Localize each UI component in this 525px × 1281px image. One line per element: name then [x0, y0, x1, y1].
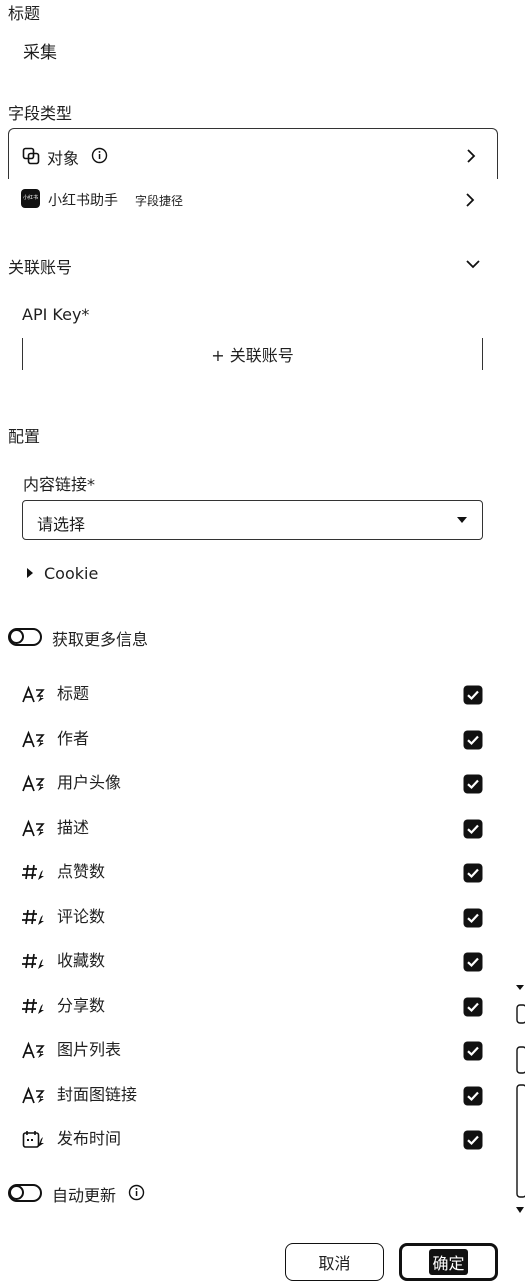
- cancel-button[interactable]: 取消: [285, 1243, 384, 1281]
- field-type-select[interactable]: 对象: [8, 128, 498, 179]
- checkbox-checked-icon: [463, 863, 483, 883]
- field-row-label: 封面图链接: [57, 1085, 138, 1104]
- chevron-right-icon: [460, 190, 480, 210]
- field-row-label: 图片列表: [57, 1040, 122, 1059]
- field-checkbox[interactable]: [463, 997, 483, 1017]
- linked-account-section-label: 关联账号: [8, 258, 73, 277]
- field-checkbox[interactable]: [463, 1130, 483, 1150]
- checkbox-checked-icon: [463, 774, 483, 794]
- text-type-icon: [22, 685, 46, 705]
- field-checkbox[interactable]: [463, 1041, 483, 1061]
- text-type-icon: [22, 819, 46, 839]
- plugin-name: 小红书助手: [48, 193, 118, 209]
- checkbox-checked-icon: [463, 685, 483, 705]
- confirm-button-label: 确定: [429, 1249, 468, 1275]
- auto-update-label: 自动更新: [52, 1186, 117, 1205]
- field-type-section-label: 字段类型: [8, 104, 73, 123]
- field-row-label: 收藏数: [57, 951, 106, 970]
- number-type-icon: [22, 908, 46, 928]
- checkbox-checked-icon: [463, 908, 483, 928]
- field-row-label: 评论数: [57, 907, 106, 926]
- field-checkbox[interactable]: [463, 685, 483, 705]
- field-row[interactable]: 作者: [0, 728, 500, 752]
- side-panel-fragment: [515, 985, 525, 1215]
- xiaohongshu-logo-icon: 小红书: [21, 189, 40, 208]
- field-checkbox[interactable]: [463, 730, 483, 750]
- field-row-label: 描述: [57, 818, 90, 837]
- field-row[interactable]: 标题: [0, 683, 500, 707]
- title-value[interactable]: 采集: [23, 38, 57, 63]
- field-row[interactable]: 发布时间: [0, 1128, 500, 1152]
- field-row[interactable]: 评论数: [0, 906, 500, 930]
- caret-right-icon[interactable]: [26, 568, 34, 578]
- text-type-icon: [22, 1041, 46, 1061]
- more-info-toggle[interactable]: [8, 628, 42, 646]
- checkbox-checked-icon: [463, 819, 483, 839]
- number-type-icon: [22, 863, 46, 883]
- checkbox-checked-icon: [463, 1130, 483, 1150]
- chevron-down-icon[interactable]: [463, 254, 483, 274]
- field-checkbox[interactable]: [463, 908, 483, 928]
- checkbox-checked-icon: [463, 730, 483, 750]
- field-type-value: 对象: [47, 149, 80, 168]
- field-row[interactable]: 描述: [0, 817, 500, 841]
- content-link-label: 内容链接*: [23, 475, 96, 494]
- field-row[interactable]: 点赞数: [0, 861, 500, 885]
- number-type-icon: [22, 997, 46, 1017]
- info-icon[interactable]: [128, 1184, 145, 1201]
- field-checkbox[interactable]: [463, 952, 483, 972]
- object-type-icon: [22, 147, 40, 165]
- more-info-toggle-label: 获取更多信息: [52, 630, 149, 649]
- auto-update-toggle[interactable]: [8, 1184, 42, 1202]
- field-row-label: 发布时间: [57, 1129, 122, 1148]
- field-row[interactable]: 图片列表: [0, 1039, 500, 1063]
- field-row-label: 用户头像: [57, 773, 122, 792]
- caret-down-icon: [456, 516, 468, 524]
- plugin-row[interactable]: 小红书 小红书助手 字段捷径: [8, 178, 496, 222]
- field-checkbox[interactable]: [463, 819, 483, 839]
- title-section-label: 标题: [8, 4, 41, 23]
- field-row[interactable]: 收藏数: [0, 950, 500, 974]
- field-row-label: 分享数: [57, 996, 106, 1015]
- date-type-icon: [22, 1130, 46, 1150]
- confirm-button[interactable]: 确定: [399, 1243, 498, 1281]
- number-type-icon: [22, 952, 46, 972]
- text-type-icon: [22, 1086, 46, 1106]
- api-key-label: API Key*: [22, 305, 90, 324]
- field-row-label: 点赞数: [57, 862, 106, 881]
- info-icon[interactable]: [91, 147, 108, 164]
- checkbox-checked-icon: [463, 997, 483, 1017]
- plugin-tag: 字段捷径: [135, 194, 184, 208]
- field-row-label: 作者: [57, 729, 90, 748]
- config-section-label: 配置: [8, 427, 41, 446]
- content-link-select[interactable]: 请选择: [22, 500, 483, 540]
- checkbox-checked-icon: [463, 1041, 483, 1061]
- text-type-icon: [22, 730, 46, 750]
- field-row[interactable]: 封面图链接: [0, 1084, 500, 1108]
- select-placeholder: 请选择: [37, 515, 86, 534]
- field-checkbox[interactable]: [463, 1086, 483, 1106]
- checkbox-checked-icon: [463, 952, 483, 972]
- field-checkbox[interactable]: [463, 774, 483, 794]
- chevron-right-icon: [461, 146, 481, 166]
- field-row[interactable]: 分享数: [0, 995, 500, 1019]
- add-linked-account-button[interactable]: + 关联账号: [22, 338, 483, 370]
- text-type-icon: [22, 774, 46, 794]
- field-checkbox[interactable]: [463, 863, 483, 883]
- field-row[interactable]: 用户头像: [0, 772, 500, 796]
- cookie-expander[interactable]: Cookie: [44, 564, 98, 583]
- field-row-label: 标题: [57, 684, 90, 703]
- checkbox-checked-icon: [463, 1086, 483, 1106]
